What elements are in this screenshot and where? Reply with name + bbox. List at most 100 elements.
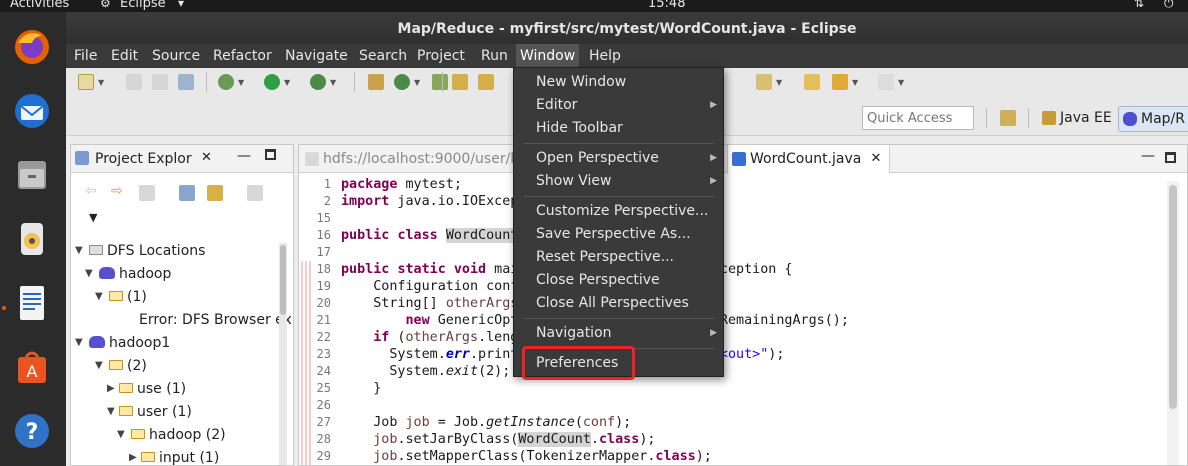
back-icon[interactable] xyxy=(832,74,848,90)
menu-file[interactable]: File xyxy=(70,44,101,68)
firefox-icon[interactable] xyxy=(9,24,55,70)
collapse-all-icon[interactable] xyxy=(179,185,195,201)
chevron-down-icon[interactable]: ▼ xyxy=(852,78,858,87)
menu-navigate[interactable]: Navigate xyxy=(281,44,352,68)
link-with-editor-icon[interactable] xyxy=(207,185,223,201)
editor-scrollbar-thumb[interactable] xyxy=(1169,185,1177,409)
menu-item-hide-toolbar[interactable]: Hide Toolbar xyxy=(514,117,723,140)
quick-access-input[interactable] xyxy=(862,106,974,130)
perspective-map-reduce[interactable]: Map/R xyxy=(1118,106,1188,132)
print-icon[interactable] xyxy=(178,74,194,90)
minimize-icon[interactable]: — xyxy=(237,148,251,164)
clock[interactable]: 15:48 xyxy=(648,0,685,11)
minimize-icon[interactable]: — xyxy=(1141,148,1155,164)
chevron-down-icon[interactable]: ▼ xyxy=(284,78,290,87)
files-icon[interactable] xyxy=(9,152,55,198)
menu-item-close-perspective[interactable]: Close Perspective xyxy=(514,269,723,292)
menu-refactor[interactable]: Refactor xyxy=(209,44,276,68)
menu-item-navigation[interactable]: Navigation ▶ xyxy=(514,322,723,345)
chevron-down-icon[interactable]: ▼ xyxy=(330,78,336,87)
expanded-arrow-icon[interactable]: ▼ xyxy=(95,355,103,377)
menu-project[interactable]: Project xyxy=(413,44,469,68)
change-marker xyxy=(301,329,311,346)
change-marker xyxy=(301,397,311,414)
menu-item-reset-perspective[interactable]: Reset Perspective... xyxy=(514,246,723,269)
network-icon[interactable]: ⇅ xyxy=(1134,0,1144,10)
collapsed-arrow-icon[interactable]: ▶ xyxy=(107,378,115,400)
menu-item-editor[interactable]: Editor ▶ xyxy=(514,94,723,117)
menu-item-new-window[interactable]: New Window xyxy=(514,71,723,94)
perspective-java-ee[interactable]: Java EE xyxy=(1038,106,1118,132)
tab-hdfs-file[interactable]: hdfs://localhost:9000/user/h xyxy=(301,145,525,173)
tree-item-content: hadoop1 xyxy=(89,332,170,354)
menu-item-open-perspective[interactable]: Open Perspective ▶ xyxy=(514,147,723,170)
chevron-down-icon[interactable]: ▼ xyxy=(898,78,904,87)
tree-label: user (1) xyxy=(137,404,192,420)
project-explorer-tab[interactable]: Project Explor ✕ — xyxy=(71,145,293,173)
close-icon[interactable]: ✕ xyxy=(201,150,212,165)
tree-item-content: use (1) xyxy=(119,378,186,400)
new-class-icon[interactable] xyxy=(394,74,410,90)
help-icon[interactable]: ? xyxy=(9,408,55,454)
next-annotation-icon[interactable] xyxy=(756,74,772,90)
menu-item-save-perspective-as[interactable]: Save Perspective As... xyxy=(514,223,723,246)
chevron-down-icon[interactable]: ▼ xyxy=(414,78,420,87)
save-all-icon[interactable] xyxy=(152,74,168,90)
open-folder-icon[interactable] xyxy=(452,74,468,90)
tree-item-error[interactable]: Error: DFS Browser ex xyxy=(139,309,292,331)
writer-icon[interactable] xyxy=(9,280,55,326)
chevron-down-icon[interactable]: ▼ xyxy=(776,78,782,87)
menu-item-close-all-perspectives[interactable]: Close All Perspectives xyxy=(514,292,723,315)
run-icon[interactable] xyxy=(264,74,280,90)
new-java-project-icon[interactable] xyxy=(368,74,384,90)
maximize-icon[interactable] xyxy=(1165,152,1176,163)
menu-item-customize-perspective[interactable]: Customize Perspective... xyxy=(514,200,723,223)
up-icon[interactable] xyxy=(139,185,155,201)
tree-label: (2) xyxy=(127,358,147,374)
maximize-icon[interactable] xyxy=(265,149,276,160)
collapsed-arrow-icon[interactable]: ▶ xyxy=(129,447,137,466)
forward-icon[interactable] xyxy=(878,74,894,90)
view-menu-icon[interactable] xyxy=(247,185,263,201)
expanded-arrow-icon[interactable]: ▼ xyxy=(75,332,83,354)
new-icon[interactable] xyxy=(78,74,94,90)
last-edit-icon[interactable] xyxy=(804,74,820,90)
external-tools-icon[interactable] xyxy=(310,74,326,90)
search-icon[interactable] xyxy=(478,74,494,90)
open-type-icon[interactable] xyxy=(432,74,448,90)
file-icon xyxy=(305,152,319,166)
menu-window[interactable]: Window xyxy=(516,44,580,68)
expanded-arrow-icon[interactable]: ▼ xyxy=(107,401,115,423)
menu-source[interactable]: Source xyxy=(148,44,204,68)
expanded-arrow-icon[interactable]: ▼ xyxy=(75,240,83,262)
menu-search[interactable]: Search xyxy=(355,44,411,68)
power-icon[interactable]: ⏻ xyxy=(1164,0,1174,11)
rhythmbox-icon[interactable] xyxy=(9,216,55,262)
chevron-down-icon[interactable]: ▼ xyxy=(98,78,104,87)
code-line: job.setMapperClass(TokenizerMapper.class… xyxy=(373,449,712,464)
explorer-scrollbar-thumb[interactable] xyxy=(280,245,286,315)
software-center-icon[interactable]: A xyxy=(9,344,55,390)
menu-separator xyxy=(524,196,714,197)
menu-help[interactable]: Help xyxy=(585,44,625,68)
activities-button[interactable]: Activities xyxy=(10,0,69,11)
chevron-down-icon[interactable]: ▼ xyxy=(238,78,244,87)
menu-item-label: Close Perspective xyxy=(536,272,660,288)
chevron-down-icon[interactable]: ▼ xyxy=(89,211,97,224)
open-perspective-icon[interactable] xyxy=(1000,110,1016,126)
back-arrow-icon[interactable]: ⇦ xyxy=(85,183,97,199)
menu-item-show-view[interactable]: Show View ▶ xyxy=(514,170,723,193)
menu-run[interactable]: Run xyxy=(477,44,512,68)
expanded-arrow-icon[interactable]: ▼ xyxy=(85,263,93,285)
save-icon[interactable] xyxy=(126,74,142,90)
close-icon[interactable]: ✕ xyxy=(870,145,881,173)
menu-edit[interactable]: Edit xyxy=(107,44,142,68)
debug-icon[interactable] xyxy=(218,74,234,90)
expanded-arrow-icon[interactable]: ▼ xyxy=(117,424,125,446)
tree-label: hadoop (2) xyxy=(149,427,226,443)
forward-arrow-icon[interactable]: ⇨ xyxy=(111,183,123,199)
thunderbird-icon[interactable] xyxy=(9,88,55,134)
app-menu[interactable]: Eclipse xyxy=(120,0,166,11)
tab-wordcount-java[interactable]: WordCount.java ✕ xyxy=(727,145,891,174)
expanded-arrow-icon[interactable]: ▼ xyxy=(95,286,103,308)
